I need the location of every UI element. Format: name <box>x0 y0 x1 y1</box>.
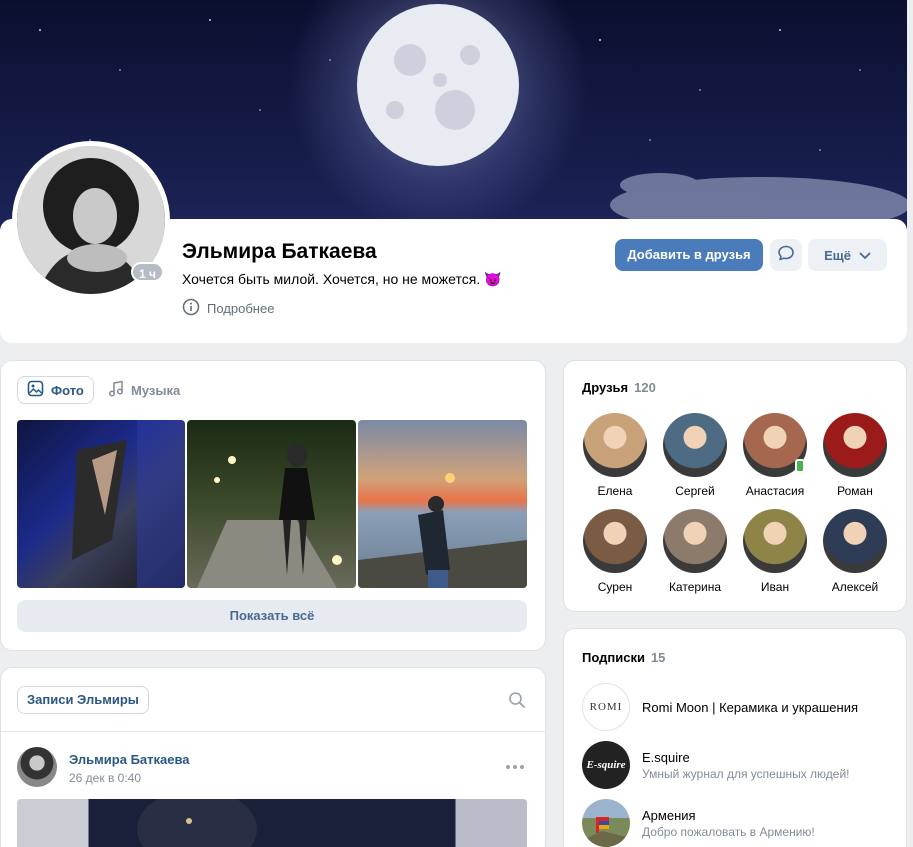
subscription-name: Армения <box>642 807 696 823</box>
search-icon[interactable] <box>508 691 526 714</box>
tab-music-label: Музыка <box>131 382 181 398</box>
wall-card: Записи Эльмиры Эльмира Баткаева 26 дек в… <box>0 667 546 847</box>
media-card: Фото Музыка Показать всё <box>0 360 546 651</box>
more-info-link[interactable]: Подробнее <box>182 298 274 319</box>
post-more-icon[interactable] <box>504 756 526 778</box>
friend-name: Роман <box>837 484 873 498</box>
music-note-icon <box>108 380 124 400</box>
add-friend-button[interactable]: Добавить в друзья <box>615 239 763 271</box>
friend-avatar <box>583 413 647 477</box>
friend-item[interactable]: Елена <box>575 413 655 498</box>
friend-item[interactable]: Роман <box>815 413 895 498</box>
subscription-item[interactable]: Армения Добро пожаловать в Армению! <box>582 799 815 847</box>
friend-avatar <box>823 413 887 477</box>
friends-title-label: Друзья <box>582 380 629 395</box>
profile-status: Хочется быть милой. Хочется, но не может… <box>182 271 502 287</box>
friend-avatar <box>743 509 807 573</box>
friend-name: Алексей <box>831 580 879 594</box>
subscription-description: Добро пожаловать в Армению! <box>642 824 815 839</box>
friend-avatar <box>583 509 647 573</box>
subscriptions-card: Подписки 15 ROMI Romi Moon | Керамика и у… <box>563 628 907 847</box>
romi-logo-text: ROMI <box>589 701 623 713</box>
friend-name: Анастасия <box>745 484 805 498</box>
more-button-label: Ещё <box>824 247 851 263</box>
friends-count: 120 <box>634 380 656 395</box>
info-icon <box>182 298 200 319</box>
friend-avatar <box>743 413 807 477</box>
friend-avatar <box>663 413 727 477</box>
friend-item[interactable]: Катерина <box>655 509 735 594</box>
friend-name: Елена <box>597 484 633 498</box>
divider <box>1 731 545 732</box>
photo-thumbnail[interactable] <box>187 420 356 588</box>
friends-title[interactable]: Друзья 120 <box>582 380 656 395</box>
friend-item[interactable]: Сергей <box>655 413 735 498</box>
profile-name: Эльмира Баткаева <box>182 240 377 263</box>
friend-avatar <box>663 509 727 573</box>
photo-thumbnail[interactable] <box>17 420 185 588</box>
friend-avatar <box>823 509 887 573</box>
friend-name: Сергей <box>675 484 715 498</box>
tab-music[interactable]: Музыка <box>99 376 189 404</box>
image-icon <box>27 380 44 400</box>
subscription-item[interactable]: E-squire E.squire Умный журнал для успеш… <box>582 741 850 789</box>
post-author-name[interactable]: Эльмира Баткаева <box>69 752 190 767</box>
wall-posts-tab[interactable]: Записи Эльмиры <box>17 686 149 714</box>
photo-thumbnail[interactable] <box>358 420 527 588</box>
subscription-item[interactable]: ROMI Romi Moon | Керамика и украшения <box>582 683 858 731</box>
friend-name: Катерина <box>668 580 722 594</box>
mobile-online-icon <box>795 459 805 473</box>
friend-name: Сурен <box>597 580 633 594</box>
more-button[interactable]: Ещё <box>808 239 887 271</box>
friends-card: Друзья 120 Елена Сергей Анастасия Роман Сурен… <box>563 360 907 612</box>
post-date[interactable]: 26 дек в 0:40 <box>69 771 141 785</box>
message-button[interactable] <box>770 239 802 271</box>
more-info-label: Подробнее <box>207 301 275 316</box>
chevron-down-icon <box>859 248 871 263</box>
tab-photos-label: Фото <box>51 382 84 398</box>
esquire-logo: E-squire <box>582 741 630 789</box>
subscriptions-count: 15 <box>650 650 666 665</box>
chat-bubble-icon <box>777 244 795 267</box>
subscription-name: E.squire <box>642 749 690 765</box>
subscriptions-title[interactable]: Подписки 15 <box>582 650 665 665</box>
tab-photos[interactable]: Фото <box>17 376 94 404</box>
friend-item[interactable]: Анастасия <box>735 413 815 498</box>
esquire-logo-text: E-squire <box>586 759 626 771</box>
post-author-avatar[interactable] <box>17 747 57 787</box>
armenia-logo <box>582 799 630 847</box>
friend-name: Иван <box>760 580 790 594</box>
romi-moon-logo: ROMI <box>582 683 630 731</box>
last-seen-badge: 1 ч <box>131 262 164 282</box>
subscription-name: Romi Moon | Керамика и украшения <box>642 699 859 715</box>
subscription-description: Умный журнал для успешных людей! <box>642 766 850 781</box>
friend-item[interactable]: Иван <box>735 509 815 594</box>
friend-item[interactable]: Сурен <box>575 509 655 594</box>
post-image[interactable] <box>17 799 527 847</box>
friend-item[interactable]: Алексей <box>815 509 895 594</box>
subscriptions-title-label: Подписки <box>582 650 645 665</box>
show-all-button[interactable]: Показать всё <box>17 600 527 632</box>
